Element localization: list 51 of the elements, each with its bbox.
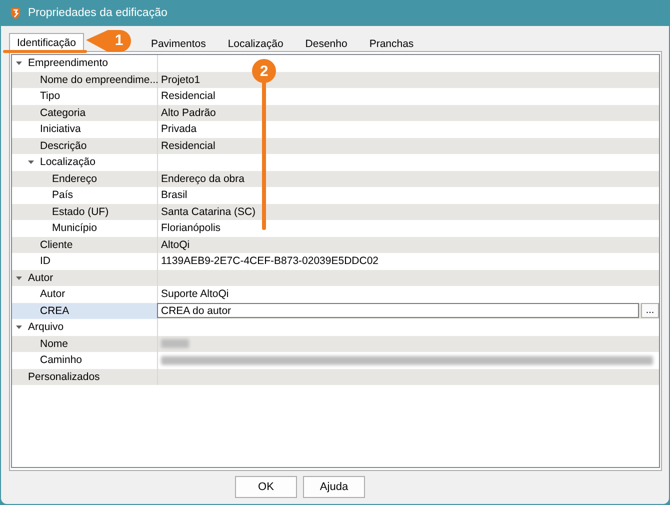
property-name: Autor <box>28 272 54 284</box>
property-value: Privada <box>161 123 197 136</box>
browse-button[interactable]: ... <box>641 303 659 318</box>
property-name: Caminho <box>40 354 82 366</box>
input-field[interactable]: CREA do autor <box>157 303 639 318</box>
property-name: Autor <box>40 288 66 300</box>
property-value: Suporte AltoQi <box>161 288 229 300</box>
property-value: Residencial <box>161 90 216 102</box>
property-value: Alto Padrão <box>161 106 216 119</box>
property-value: Brasil <box>161 189 188 202</box>
app-logo-icon <box>10 6 21 20</box>
expanded-arrow-icon[interactable] <box>28 159 34 166</box>
property-name: Descrição <box>40 140 87 152</box>
property-name: Tipo <box>40 90 60 102</box>
tab[interactable]: Identificação <box>9 33 84 51</box>
callout-pointer <box>86 30 131 52</box>
expanded-arrow-icon[interactable] <box>16 324 22 330</box>
property-name: Nome do empreendime... <box>40 74 158 86</box>
property-name: Personalizados <box>28 370 100 383</box>
dialog-button[interactable]: Ajuda <box>303 476 365 498</box>
tab[interactable]: Pavimentos <box>140 35 217 51</box>
dialog-button[interactable]: OK <box>235 476 297 498</box>
property-value: 1139AEB9-2E7C-4CEF-B873-02039E5DDC02 <box>161 255 379 268</box>
property-value: Santa Catarina (SC) <box>161 206 256 218</box>
window-title: Propriedades da edificação <box>28 7 168 19</box>
tab[interactable]: Desenho <box>294 35 358 51</box>
property-name: País <box>52 189 74 202</box>
property-name: CREA <box>40 304 70 317</box>
property-name: Estado (UF) <box>52 206 109 218</box>
property-name: Endereço <box>52 172 97 185</box>
callout-number: 1 <box>114 30 124 50</box>
property-name: Nome <box>40 338 68 350</box>
property-name: ID <box>40 255 50 268</box>
callout-number: 2 <box>258 62 270 82</box>
property-name: Localização <box>40 156 96 168</box>
property-name: Iniciativa <box>40 123 81 136</box>
expanded-arrow-icon[interactable] <box>16 60 22 66</box>
blurred-value <box>161 339 189 348</box>
property-name: Cliente <box>40 238 73 251</box>
expanded-arrow-icon[interactable] <box>16 274 22 281</box>
property-name: Categoria <box>40 106 86 119</box>
property-value: Endereço da obra <box>161 172 244 185</box>
tab[interactable]: Localização <box>216 35 294 51</box>
property-name: Município <box>52 222 97 234</box>
property-value: Residencial <box>161 140 216 152</box>
property-value: AltoQi <box>161 238 190 251</box>
property-value: Projeto1 <box>161 74 200 86</box>
tab[interactable]: Pranchas <box>358 35 425 51</box>
property-name: Empreendimento <box>28 57 108 70</box>
property-name: Arquivo <box>28 321 64 334</box>
property-value: Florianópolis <box>161 222 221 234</box>
